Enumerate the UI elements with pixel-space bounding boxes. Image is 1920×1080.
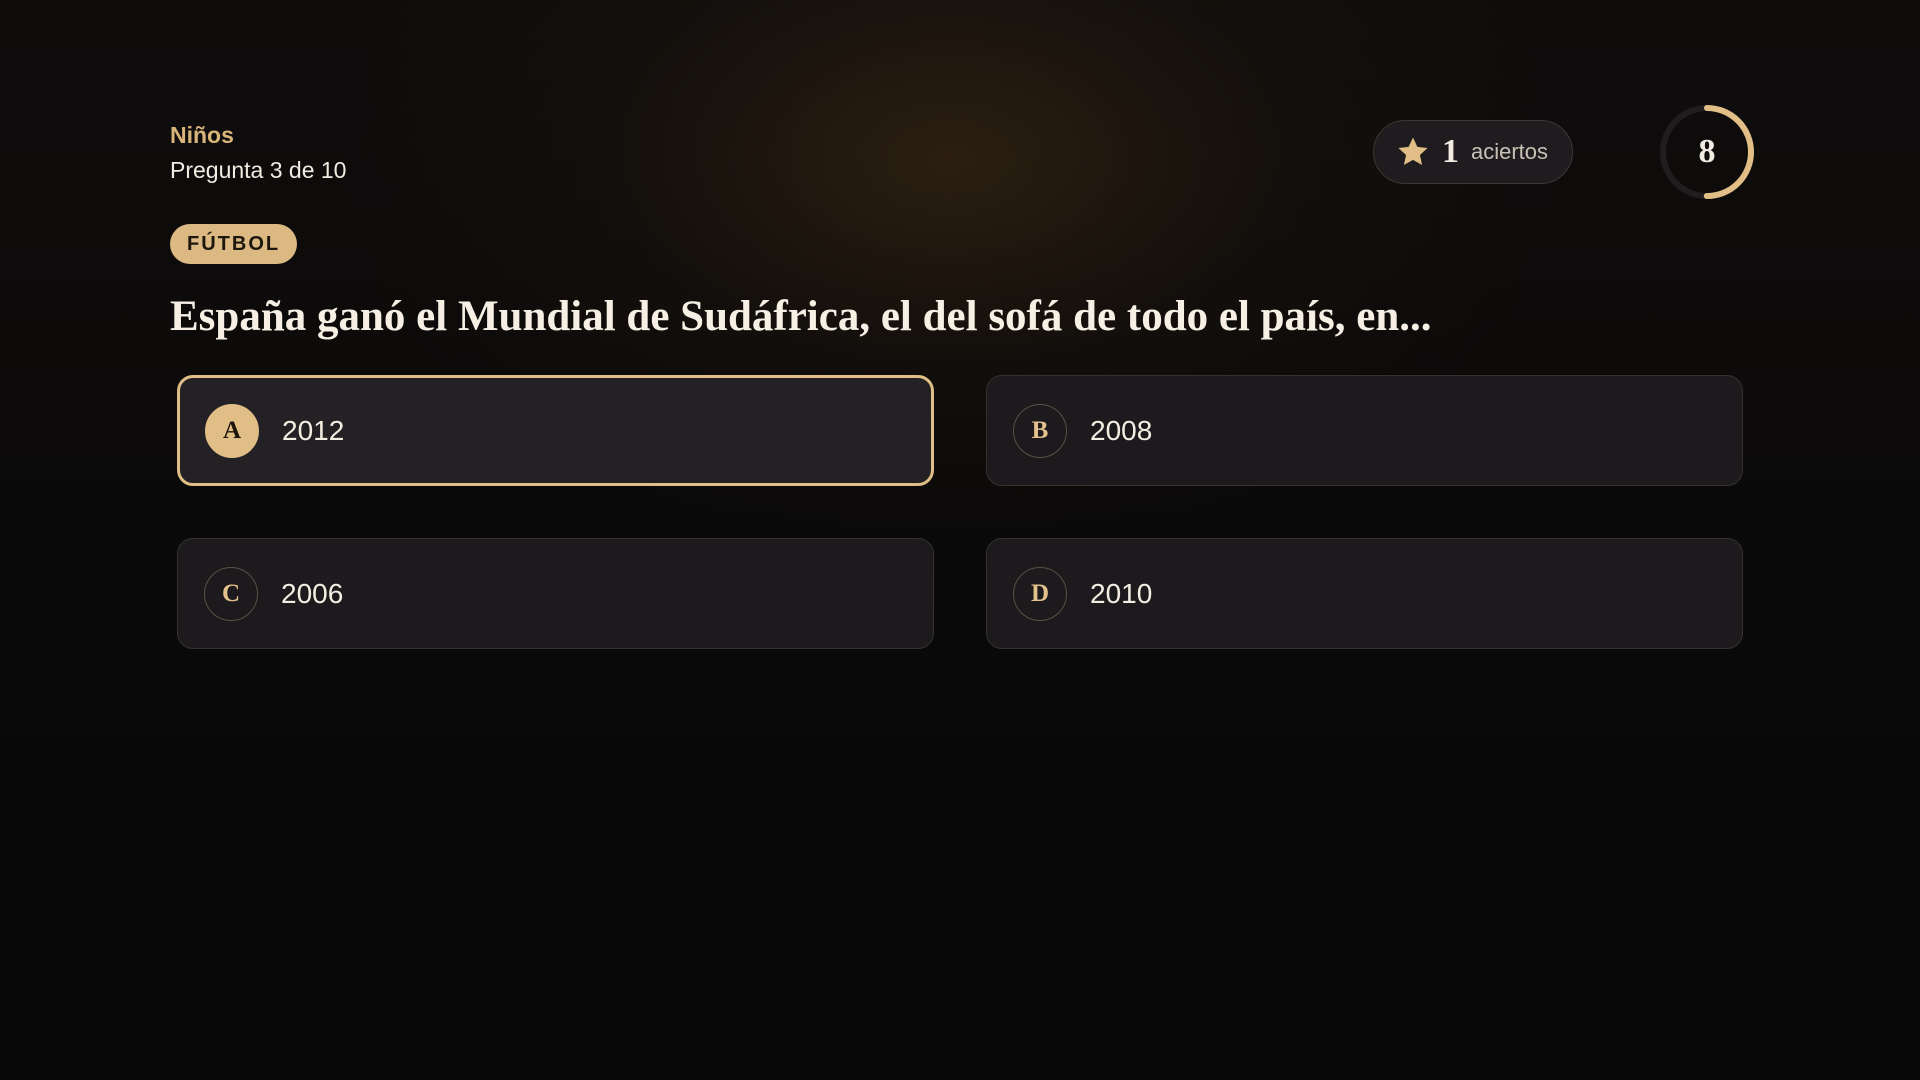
answer-option-c[interactable]: C 2006: [177, 538, 934, 649]
answer-letter: A: [205, 403, 259, 458]
star-icon: [1398, 137, 1428, 166]
score-pill: 1 aciertos: [1373, 120, 1573, 184]
question-text: España ganó el Mundial de Sudáfrica, el …: [170, 293, 1432, 340]
answer-letter: C: [204, 566, 258, 621]
answer-text: 2010: [1090, 577, 1153, 609]
score-label: aciertos: [1471, 139, 1549, 164]
countdown-timer: 8: [1658, 103, 1756, 201]
answer-letter: B: [1013, 403, 1067, 458]
answer-text: 2012: [282, 414, 345, 446]
answer-letter: D: [1013, 566, 1067, 621]
answer-option-d[interactable]: D 2010: [986, 538, 1743, 649]
question-progress: Pregunta 3 de 10: [170, 157, 347, 183]
score-count: 1: [1442, 133, 1459, 170]
answer-option-a[interactable]: A 2012: [177, 375, 934, 486]
answer-text: 2008: [1090, 414, 1153, 446]
answer-text: 2006: [281, 577, 344, 609]
category-label: Niños: [170, 122, 234, 148]
answer-option-b[interactable]: B 2008: [986, 375, 1743, 486]
topic-badge: FÚTBOL: [170, 224, 298, 264]
quiz-header: Niños Pregunta 3 de 10: [170, 120, 346, 186]
timer-seconds: 8: [1698, 133, 1716, 170]
